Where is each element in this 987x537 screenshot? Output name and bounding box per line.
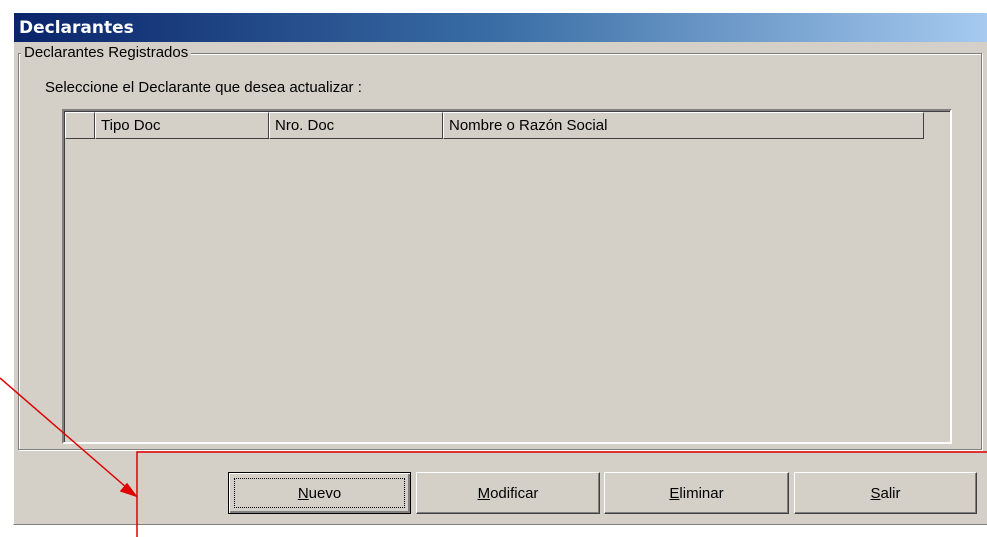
annotation-arrow-head (119, 482, 139, 498)
annotation-bracket (136, 451, 987, 537)
annotation-arrow-line (0, 377, 135, 495)
annotation-overlay (0, 377, 987, 537)
